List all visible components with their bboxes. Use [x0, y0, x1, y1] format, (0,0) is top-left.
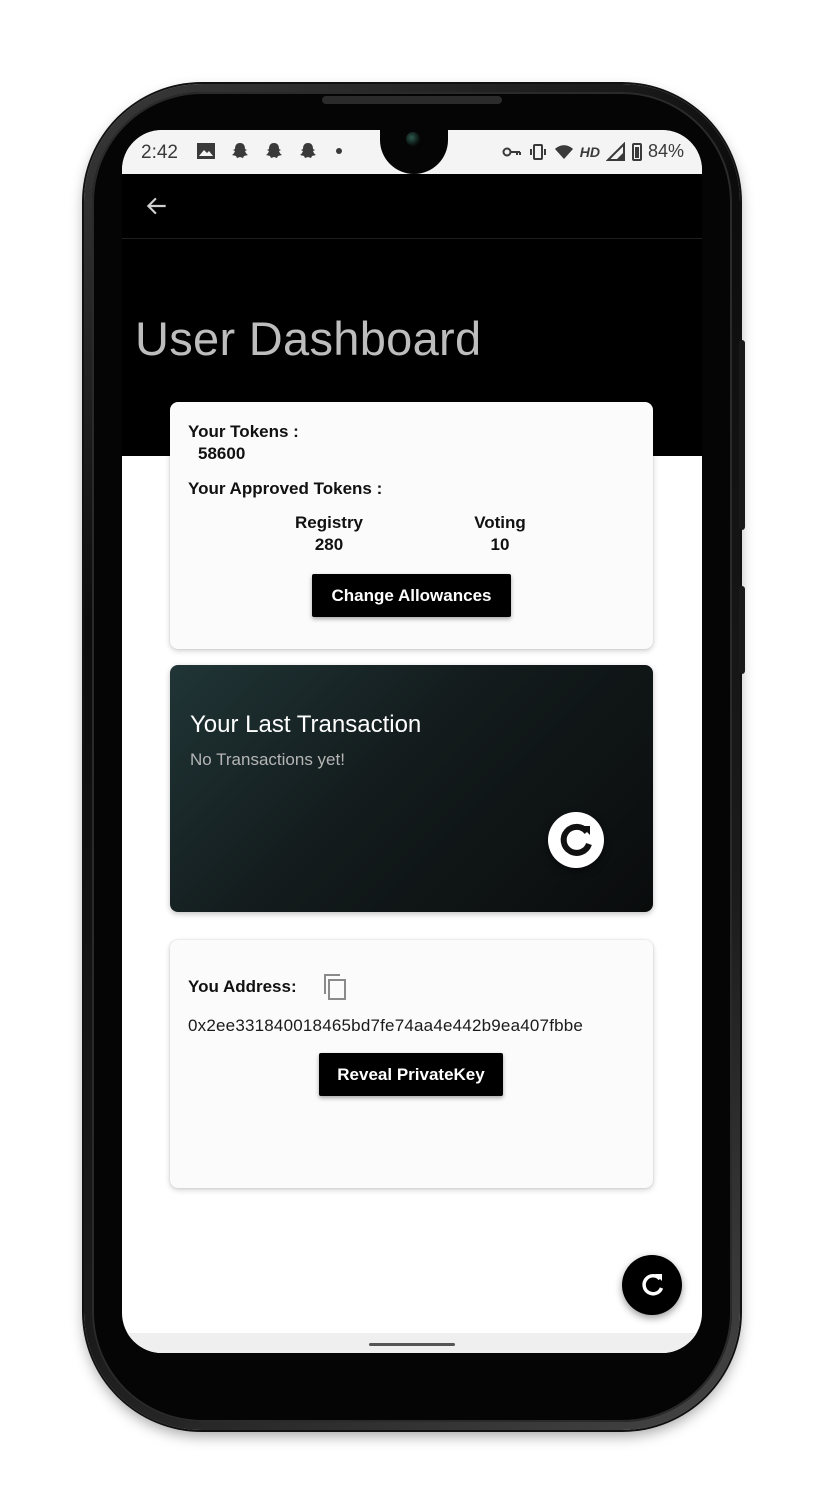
notification-icons [196, 141, 342, 161]
voting-label: Voting [474, 513, 526, 532]
voting-column: Voting 10 [440, 512, 560, 556]
arrow-left-icon[interactable] [144, 193, 170, 219]
key-icon [502, 147, 521, 156]
transaction-refresh-button[interactable] [548, 812, 604, 868]
registry-value: 280 [314, 535, 344, 554]
dot-icon [336, 148, 342, 154]
last-transaction-subtitle: No Transactions yet! [190, 750, 345, 769]
network-type-label: HD [579, 143, 600, 160]
earpiece-slit [322, 96, 502, 104]
last-transaction-title: Your Last Transaction [190, 711, 422, 738]
battery-icon [631, 142, 642, 161]
power-button [739, 586, 745, 674]
refresh-icon [642, 1274, 664, 1296]
copy-icon[interactable] [321, 972, 349, 1002]
volume-button [739, 340, 745, 530]
front-camera [406, 132, 420, 146]
voting-value: 10 [490, 535, 510, 554]
signal-icon [605, 141, 625, 161]
vibrate-icon [529, 143, 546, 160]
status-time: 2:42 [141, 142, 178, 163]
change-allowances-button[interactable]: Change Allowances [312, 574, 511, 617]
last-transaction-card: Your Last Transaction No Transactions ye… [170, 665, 653, 912]
reveal-private-key-button[interactable]: Reveal PrivateKey [319, 1053, 503, 1096]
refresh-fab[interactable] [622, 1255, 682, 1315]
approved-tokens-label: Your Approved Tokens : [188, 479, 383, 498]
refresh-icon [560, 823, 592, 856]
battery-percent: 84% [647, 141, 684, 161]
snapchat-icon [266, 143, 282, 158]
snapchat-icon [232, 143, 248, 158]
tokens-card: Your Tokens : 58600 Your Approved Tokens… [170, 402, 653, 649]
image-icon [197, 143, 215, 159]
wallet-address: 0x2ee331840018465bd7fe74aa4e442b9ea407fb… [188, 1016, 584, 1035]
phone-screen: 2:42 HD 84% User Dashboard Your Tokens:… [122, 130, 702, 1353]
registry-label: Registry [294, 513, 364, 532]
your-tokens-value: 58600 [198, 444, 246, 463]
system-icons: HD 84% [502, 141, 684, 162]
app-bar [122, 174, 702, 239]
address-card: You Address: 0x2ee331840018465bd7fe74aa4… [170, 940, 653, 1188]
your-tokens-label: Your Tokens : [188, 422, 299, 441]
home-gesture-handle[interactable] [369, 1343, 455, 1346]
address-label: You Address: [188, 977, 297, 996]
wifi-icon [554, 144, 573, 159]
registry-column: Registry 280 [269, 512, 389, 556]
snapchat-icon [300, 143, 316, 158]
page-title: User Dashboard [135, 312, 482, 365]
status-bar: 2:42 HD 84% [122, 130, 702, 174]
